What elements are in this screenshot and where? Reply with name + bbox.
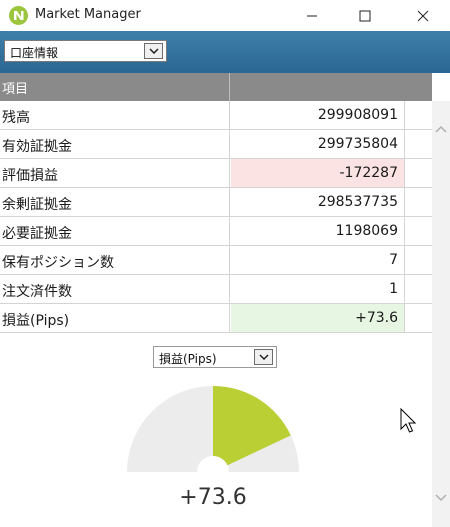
row-value: 1 (231, 275, 405, 303)
maximize-button[interactable] (342, 0, 388, 31)
row-label: 損益(Pips) (0, 304, 230, 332)
table-row: 有効証拠金 299735804 (0, 130, 432, 159)
maximize-icon (359, 10, 371, 21)
app-logo-icon (9, 6, 28, 25)
gauge-metric-select-value: 損益(Pips) (159, 352, 217, 366)
row-value: 299735804 (231, 130, 405, 158)
table-row: 損益(Pips) +73.6 (0, 304, 432, 333)
row-label: 必要証拠金 (0, 217, 230, 245)
close-icon (417, 10, 429, 21)
chevron-down-icon (258, 354, 269, 360)
toolbar: 口座情報 (0, 31, 450, 73)
table-row: 注文済件数 1 (0, 275, 432, 304)
table-row: 評価損益 -172287 (0, 159, 432, 188)
row-value: 298537735 (231, 188, 405, 216)
vertical-scrollbar[interactable] (432, 101, 450, 527)
minimize-button[interactable] (289, 0, 335, 31)
pips-gauge (127, 386, 299, 472)
table-row: 必要証拠金 1198069 (0, 217, 432, 246)
table-header: 項目 (0, 73, 432, 101)
account-info-select[interactable]: 口座情報 (4, 40, 167, 62)
minimize-icon (307, 15, 317, 16)
mouse-cursor-icon (400, 408, 416, 433)
table-row: 保有ポジション数 7 (0, 246, 432, 275)
row-value: -172287 (231, 159, 405, 187)
chevron-down-icon (148, 48, 159, 54)
row-label: 有効証拠金 (0, 130, 230, 158)
gauge-metric-select[interactable]: 損益(Pips) (153, 346, 277, 368)
account-table: 項目 残高 299908091 有効証拠金 299735804 評価損益 -172287 余… (0, 73, 432, 333)
row-value: 7 (231, 246, 405, 274)
gauge-value-text: +73.6 (179, 485, 247, 510)
dropdown-button[interactable] (144, 43, 163, 59)
title-bar: Market Manager (0, 0, 450, 31)
gauge-dropdown-button[interactable] (254, 349, 273, 365)
row-value: +73.6 (231, 304, 405, 332)
row-label: 余剰証拠金 (0, 188, 230, 216)
scroll-up-arrow-icon[interactable] (435, 125, 447, 133)
row-value: 1198069 (231, 217, 405, 245)
row-label: 残高 (0, 101, 230, 129)
close-button[interactable] (400, 0, 446, 31)
account-info-select-value: 口座情報 (10, 46, 59, 60)
scroll-down-arrow-icon[interactable] (435, 494, 447, 502)
row-label: 評価損益 (0, 159, 230, 187)
column-header-item: 項目 (0, 73, 230, 101)
row-value: 299908091 (231, 101, 405, 129)
window-title: Market Manager (35, 7, 141, 22)
row-label: 保有ポジション数 (0, 246, 230, 274)
column-header-value (231, 73, 432, 101)
table-row: 残高 299908091 (0, 101, 432, 130)
row-label: 注文済件数 (0, 275, 230, 303)
table-row: 余剰証拠金 298537735 (0, 188, 432, 217)
